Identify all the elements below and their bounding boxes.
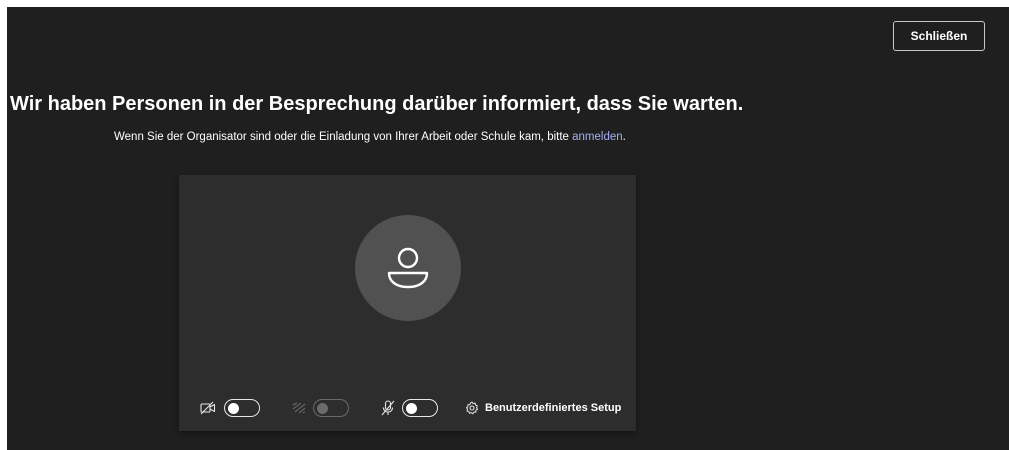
camera-toggle-knob [228, 402, 239, 414]
avatar [355, 215, 461, 321]
camera-toggle[interactable] [224, 399, 260, 417]
video-preview: Benutzerdefiniertes Setup [179, 175, 636, 431]
waiting-headline: Wir haben Personen in der Besprechung da… [10, 93, 744, 115]
microphone-toggle-knob [406, 402, 417, 414]
close-button[interactable]: Schließen [893, 21, 985, 51]
gear-icon [465, 401, 479, 415]
sign-in-hint: Wenn Sie der Organisator sind oder die E… [114, 131, 626, 143]
device-controls: Benutzerdefiniertes Setup [179, 397, 636, 423]
camera-off-icon [199, 399, 217, 417]
background-toggle-knob [317, 402, 328, 414]
meeting-lobby-window: Schließen Wir haben Personen in der Besp… [7, 7, 1009, 450]
mic-off-icon [379, 399, 397, 417]
person-icon [387, 247, 429, 289]
sign-in-hint-end: . [622, 131, 626, 143]
background-blur-icon [290, 399, 308, 417]
custom-setup-button[interactable]: Benutzerdefiniertes Setup [465, 399, 621, 417]
sign-in-hint-text: Wenn Sie der Organisator sind oder die E… [114, 131, 573, 143]
background-effects-toggle[interactable] [313, 399, 349, 417]
microphone-toggle[interactable] [402, 399, 438, 417]
sign-in-link[interactable]: anmelden [572, 131, 623, 143]
custom-setup-label: Benutzerdefiniertes Setup [485, 402, 622, 414]
